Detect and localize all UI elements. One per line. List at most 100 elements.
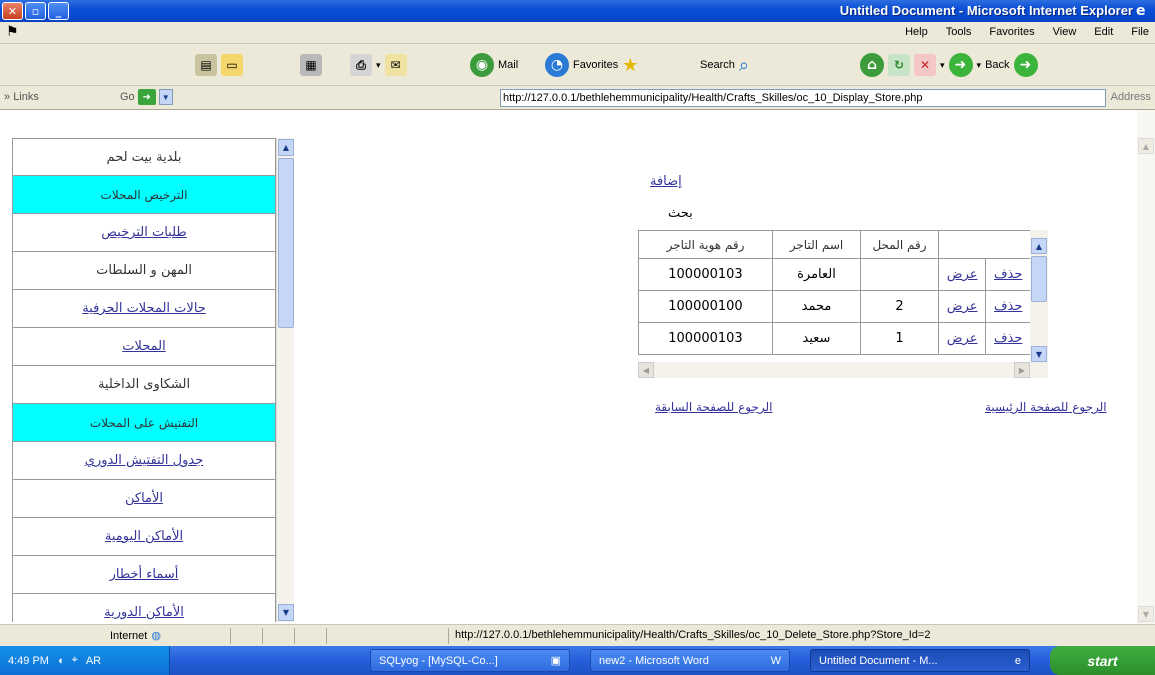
nav-link[interactable]: أسماء أخطار — [110, 567, 179, 582]
cell-trader-name: العامرة — [772, 258, 861, 291]
view-link[interactable]: عرض — [947, 267, 978, 282]
stop-icon[interactable]: ✕ — [914, 54, 936, 76]
search-icon[interactable]: ⌕ — [739, 55, 749, 76]
minimize-button[interactable]: _ — [48, 2, 69, 20]
scroll-up-icon[interactable]: ▲ — [1031, 238, 1047, 254]
status-divider — [448, 628, 449, 644]
nav-item-hazards[interactable]: أسماء أخطار — [12, 556, 276, 594]
nav-item-daily-places[interactable]: الأماكن اليومية — [12, 518, 276, 556]
nav-link[interactable]: المحلات — [122, 339, 165, 354]
stores-table: رقم هوية التاجر اسم التاجر رقم المحل 100… — [638, 230, 1031, 355]
stores-table-frame: رقم هوية التاجر اسم التاجر رقم المحل 100… — [638, 230, 1048, 378]
back-label[interactable]: Back — [985, 59, 1009, 71]
nav-item-label: الشكاوى الداخلية — [97, 377, 191, 392]
menu-tools[interactable]: Tools — [946, 26, 972, 38]
language-indicator[interactable]: AR — [86, 655, 101, 667]
scroll-up-icon[interactable]: ▲ — [278, 139, 294, 156]
toolbar-favorites-group: ◔ Favorites ★ — [545, 52, 638, 78]
back-dropdown-icon[interactable]: ▾ — [977, 60, 982, 71]
print-icon[interactable]: ⎙ — [350, 54, 372, 76]
cell-trader-name: سعيد — [772, 322, 861, 355]
menu-favorites[interactable]: Favorites — [989, 26, 1034, 38]
nav-link[interactable]: حالات المحلات الحرفية — [82, 301, 206, 316]
start-button[interactable]: start — [1050, 646, 1155, 675]
task-word[interactable]: new2 - Microsoft Word W — [590, 649, 790, 672]
ie-icon: e — [1136, 3, 1146, 19]
media-icon[interactable]: ◉ — [470, 53, 494, 77]
close-button[interactable]: ✕ — [2, 2, 23, 20]
address-dropdown-icon[interactable]: ▼ — [158, 89, 173, 105]
back-icon[interactable]: ➜ — [1013, 53, 1038, 77]
scroll-down-icon[interactable]: ▼ — [278, 604, 294, 621]
cell-store-no: 2 — [860, 290, 939, 323]
task-sqlyog[interactable]: SQLyog - [MySQL-Co...] ▣ — [370, 649, 570, 672]
nav-link[interactable]: طلبات الترخيص — [101, 225, 186, 240]
nav-item-license-requests[interactable]: طلبات الترخيص — [12, 214, 276, 252]
research-icon[interactable]: ▤ — [195, 54, 217, 76]
menu-view[interactable]: View — [1053, 26, 1077, 38]
back-to-home-link[interactable]: الرجوع للصفحة الرئيسية — [985, 400, 1107, 414]
maximize-button[interactable]: ▫ — [25, 2, 46, 20]
forward-icon[interactable]: ➜ — [948, 53, 973, 77]
add-link[interactable]: إضافة — [650, 174, 682, 189]
cell-delete: حذف — [985, 290, 1031, 323]
task-ie[interactable]: Untitled Document - M... e — [810, 649, 1030, 672]
globe-icon: ◍ — [151, 630, 161, 642]
nav-item-inspection-schedule[interactable]: جدول التفتيش الدوري — [12, 442, 276, 480]
menu-help[interactable]: Help — [905, 26, 928, 38]
menu-edit[interactable]: Edit — [1094, 26, 1113, 38]
nav-item-stores[interactable]: المحلات — [12, 328, 276, 366]
clock[interactable]: 4:49 PM — [8, 655, 49, 667]
scroll-down-icon[interactable]: ▼ — [1138, 606, 1154, 622]
nav-link[interactable]: جدول التفتيش الدوري — [85, 453, 203, 468]
scroll-left-icon[interactable]: ◀ — [638, 362, 654, 378]
mail-label[interactable]: Mail — [498, 59, 518, 71]
nav-link[interactable]: الأماكن — [125, 491, 163, 506]
speaker-icon[interactable]: ◖ — [57, 655, 64, 667]
address-label: Address — [1110, 91, 1151, 103]
favorites-star-icon[interactable]: ★ — [622, 55, 638, 76]
notes-icon[interactable]: ▭ — [221, 54, 243, 76]
scroll-thumb[interactable] — [278, 158, 294, 328]
network-icon[interactable]: ⌖ — [72, 654, 78, 667]
delete-link[interactable]: حذف — [994, 331, 1022, 346]
nav-item-craft-status[interactable]: حالات المحلات الحرفية — [12, 290, 276, 328]
nav-item-places[interactable]: الأماكن — [12, 480, 276, 518]
security-zone: Internet ◍ — [110, 629, 161, 643]
scroll-down-icon[interactable]: ▼ — [1031, 346, 1047, 362]
refresh-icon[interactable]: ↻ — [888, 54, 910, 76]
history-icon[interactable]: ◔ — [545, 53, 569, 77]
scroll-thumb[interactable] — [1031, 256, 1047, 302]
nav-item-periodic-places[interactable]: الأماكن الدورية — [12, 594, 276, 622]
go-label[interactable]: Go — [120, 91, 135, 103]
page-scrollbar[interactable]: ▲ ▼ — [1137, 110, 1155, 624]
forward-dropdown-icon[interactable]: ▾ — [940, 60, 945, 71]
mail-icon[interactable]: ✉ — [384, 54, 407, 76]
go-arrow-icon[interactable]: ➜ — [137, 89, 156, 105]
menu-file[interactable]: File — [1131, 26, 1149, 38]
app-icon: ▣ — [550, 655, 561, 667]
nav-link[interactable]: الأماكن اليومية — [105, 529, 183, 544]
links-label[interactable]: » Links — [4, 91, 39, 103]
delete-link[interactable]: حذف — [994, 299, 1022, 314]
dropdown-arrow-icon[interactable]: ▾ — [376, 60, 381, 71]
search-label[interactable]: Search — [700, 59, 735, 71]
view-link[interactable]: عرض — [947, 299, 978, 314]
view-link[interactable]: عرض — [947, 331, 978, 346]
scroll-right-icon[interactable]: ▶ — [1014, 362, 1030, 378]
edit-icon[interactable]: ▦ — [300, 54, 322, 76]
back-to-previous-link[interactable]: الرجوع للصفحة السابقة — [655, 400, 773, 414]
nav-scrollbar[interactable]: ▲ ▼ — [276, 138, 294, 622]
ie-icon: e — [1014, 654, 1021, 667]
nav-link[interactable]: الأماكن الدورية — [104, 605, 184, 620]
nav-item-complaints: الشكاوى الداخلية — [12, 366, 276, 404]
favorites-label[interactable]: Favorites — [573, 59, 618, 71]
home-icon[interactable]: ⌂ — [860, 53, 884, 77]
toolbar-left-group: ▤ ▭ — [195, 52, 243, 78]
delete-link[interactable]: حذف — [994, 267, 1022, 282]
toolbar-nav-group: ⌂ ↻ ✕ ▾ ➜ ▾ Back ➜ — [860, 52, 1038, 78]
scroll-up-icon[interactable]: ▲ — [1138, 138, 1154, 154]
table-vscrollbar[interactable]: ▲ ▼ — [1030, 230, 1048, 362]
address-input[interactable]: http://127.0.0.1/bethlehemmunicipality/H… — [500, 89, 1106, 107]
table-hscrollbar[interactable]: ◀ ▶ — [638, 362, 1048, 378]
